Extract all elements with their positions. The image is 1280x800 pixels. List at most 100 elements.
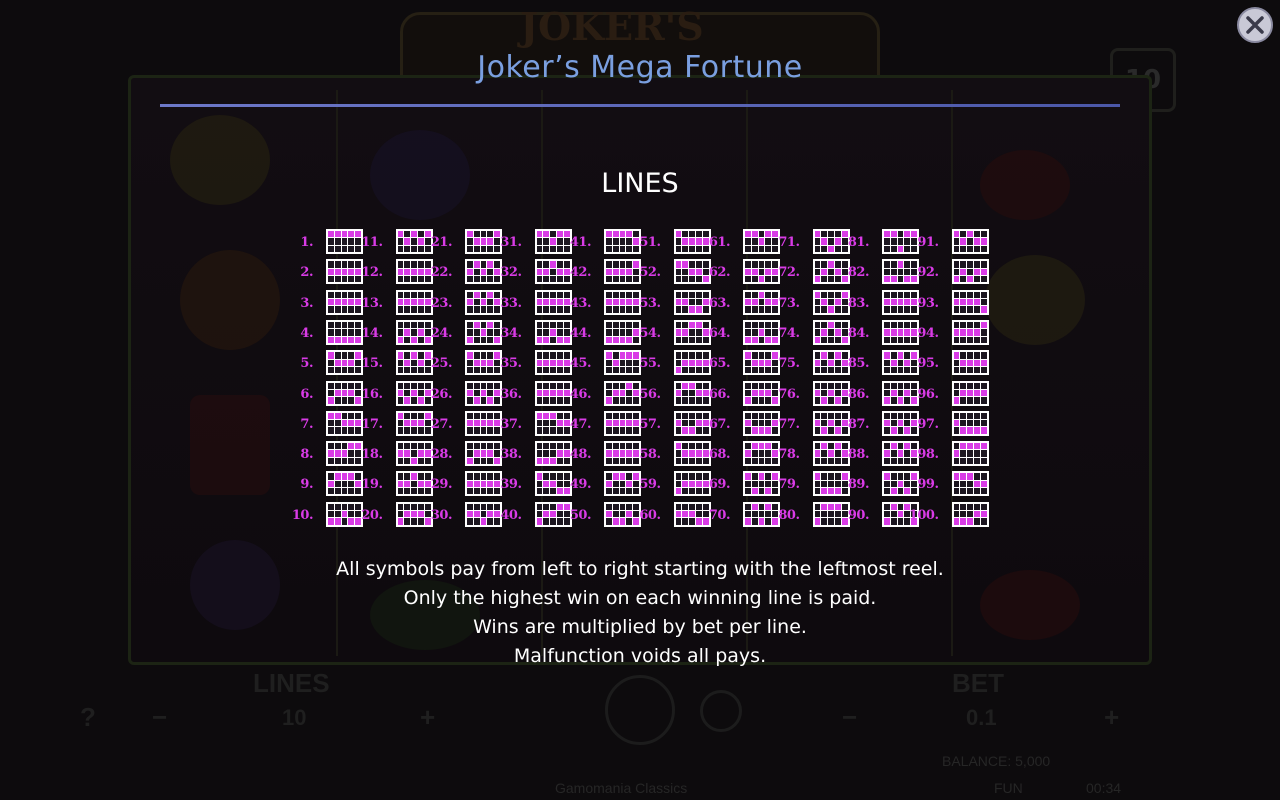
payline-pattern-icon: [604, 350, 641, 376]
payline-pattern-icon: [812, 350, 850, 376]
payline-29: 29.: [430, 471, 502, 497]
payline-number: 16.: [361, 386, 383, 402]
payline-27: 27.: [431, 410, 502, 437]
payline-pattern-icon: [673, 380, 711, 406]
payline-number: 26.: [430, 386, 453, 402]
payline-pattern-icon: [743, 289, 780, 315]
payline-45: 45.: [569, 350, 641, 376]
payline-pattern-icon: [604, 441, 641, 467]
close-button[interactable]: [1237, 7, 1273, 43]
payline-pattern-icon: [951, 319, 989, 345]
payline-pattern-icon: [673, 350, 711, 376]
payline-96: 96.: [917, 380, 989, 407]
payline-number: 82.: [847, 265, 870, 281]
payline-14: 14.: [361, 319, 433, 346]
payline-number: 45.: [569, 356, 592, 372]
payline-number: 99.: [917, 477, 939, 493]
payline-44: 44.: [569, 319, 641, 346]
payline-pattern-icon: [673, 229, 711, 254]
payline-35: 35.: [500, 350, 572, 376]
bg-clock: 00:34: [1086, 780, 1122, 796]
payline-number: 58.: [639, 447, 661, 463]
payline-pattern-icon: [882, 471, 919, 497]
payline-number: 47.: [569, 416, 592, 432]
payline-40: 40.: [500, 501, 572, 528]
payline-number: 65.: [708, 356, 731, 372]
payline-pattern-icon: [951, 259, 989, 285]
payline-number: 50.: [569, 507, 592, 523]
payline-84: 84.: [848, 319, 919, 346]
payline-number: 96.: [917, 386, 939, 402]
payline-number: 42.: [569, 265, 592, 281]
payline-56: 56.: [639, 380, 711, 407]
payline-number: 15.: [361, 356, 383, 372]
payline-pattern-icon: [812, 289, 850, 315]
payline-pattern-icon: [534, 259, 572, 285]
payline-81: 81.: [848, 229, 919, 255]
payline-number: 54.: [639, 325, 661, 341]
payline-pattern-icon: [743, 259, 780, 285]
payline-88: 88.: [848, 441, 919, 467]
bg-orange-icon: [180, 250, 280, 350]
payline-72: 72.: [778, 259, 850, 285]
payline-number: 98.: [917, 447, 939, 463]
payline-number: 67.: [708, 416, 731, 432]
payline-pattern-icon: [326, 410, 363, 436]
payline-77: 77.: [778, 410, 850, 437]
rule-line-4: Malfunction voids all pays.: [513, 645, 767, 667]
payline-pattern-icon: [465, 259, 502, 285]
payline-pattern-icon: [604, 289, 641, 315]
payline-pattern-icon: [882, 319, 919, 345]
payline-pattern-icon: [604, 319, 641, 345]
payline-pattern-icon: [882, 350, 919, 376]
payline-97: 97.: [917, 410, 989, 437]
bg-mode: FUN: [994, 780, 1023, 796]
payline-number: 90.: [847, 507, 870, 523]
payline-number: 44.: [569, 325, 592, 341]
payline-number: 63.: [708, 295, 731, 311]
payline-64: 64.: [709, 319, 780, 346]
payline-59: 59.: [639, 471, 711, 497]
payline-pattern-icon: [465, 350, 502, 376]
payline-19: 19.: [361, 471, 433, 497]
bg-spin-icon: [605, 675, 675, 745]
payline-number: 83.: [847, 295, 870, 311]
payline-pattern-icon: [951, 229, 989, 254]
payline-pattern-icon: [882, 380, 919, 406]
payline-pattern-icon: [534, 229, 572, 254]
payline-number: 29.: [430, 477, 453, 493]
payline-number: 12.: [361, 265, 383, 281]
bg-plus-2-icon: +: [1104, 702, 1120, 732]
payline-98: 98.: [917, 441, 989, 467]
payline-number: 13.: [361, 295, 383, 311]
payline-pattern-icon: [465, 441, 502, 467]
payline-number: 92.: [917, 265, 939, 281]
payline-number: 37.: [500, 416, 522, 432]
rules-text: All symbols pay from left to right start…: [0, 555, 1280, 671]
payline-pattern-icon: [812, 229, 850, 254]
payline-number: 61.: [708, 235, 731, 250]
payline-pattern-icon: [326, 441, 363, 467]
bg-provider: Gamomania Classics: [555, 780, 688, 796]
payline-9: 9.: [295, 471, 363, 497]
payline-pattern-icon: [395, 289, 433, 315]
payline-number: 4.: [300, 325, 313, 341]
payline-34: 34.: [500, 319, 572, 346]
payline-number: 36.: [500, 386, 522, 402]
payline-pattern-icon: [534, 289, 572, 315]
payline-6: 6.: [295, 380, 363, 407]
payline-82: 82.: [847, 259, 919, 285]
payline-number: 9.: [300, 477, 313, 493]
payline-22: 22.: [431, 259, 502, 285]
payline-75: 75.: [778, 350, 850, 376]
payline-number: 100.: [908, 507, 939, 523]
payline-pattern-icon: [465, 319, 502, 345]
payline-pattern-icon: [395, 501, 433, 527]
payline-number: 56.: [639, 386, 661, 402]
payline-pattern-icon: [743, 410, 780, 436]
payline-85: 85.: [848, 350, 919, 376]
payline-number: 41.: [569, 235, 592, 250]
payline-53: 53.: [639, 289, 711, 316]
payline-50: 50.: [569, 501, 641, 528]
payline-32: 32.: [500, 259, 572, 285]
